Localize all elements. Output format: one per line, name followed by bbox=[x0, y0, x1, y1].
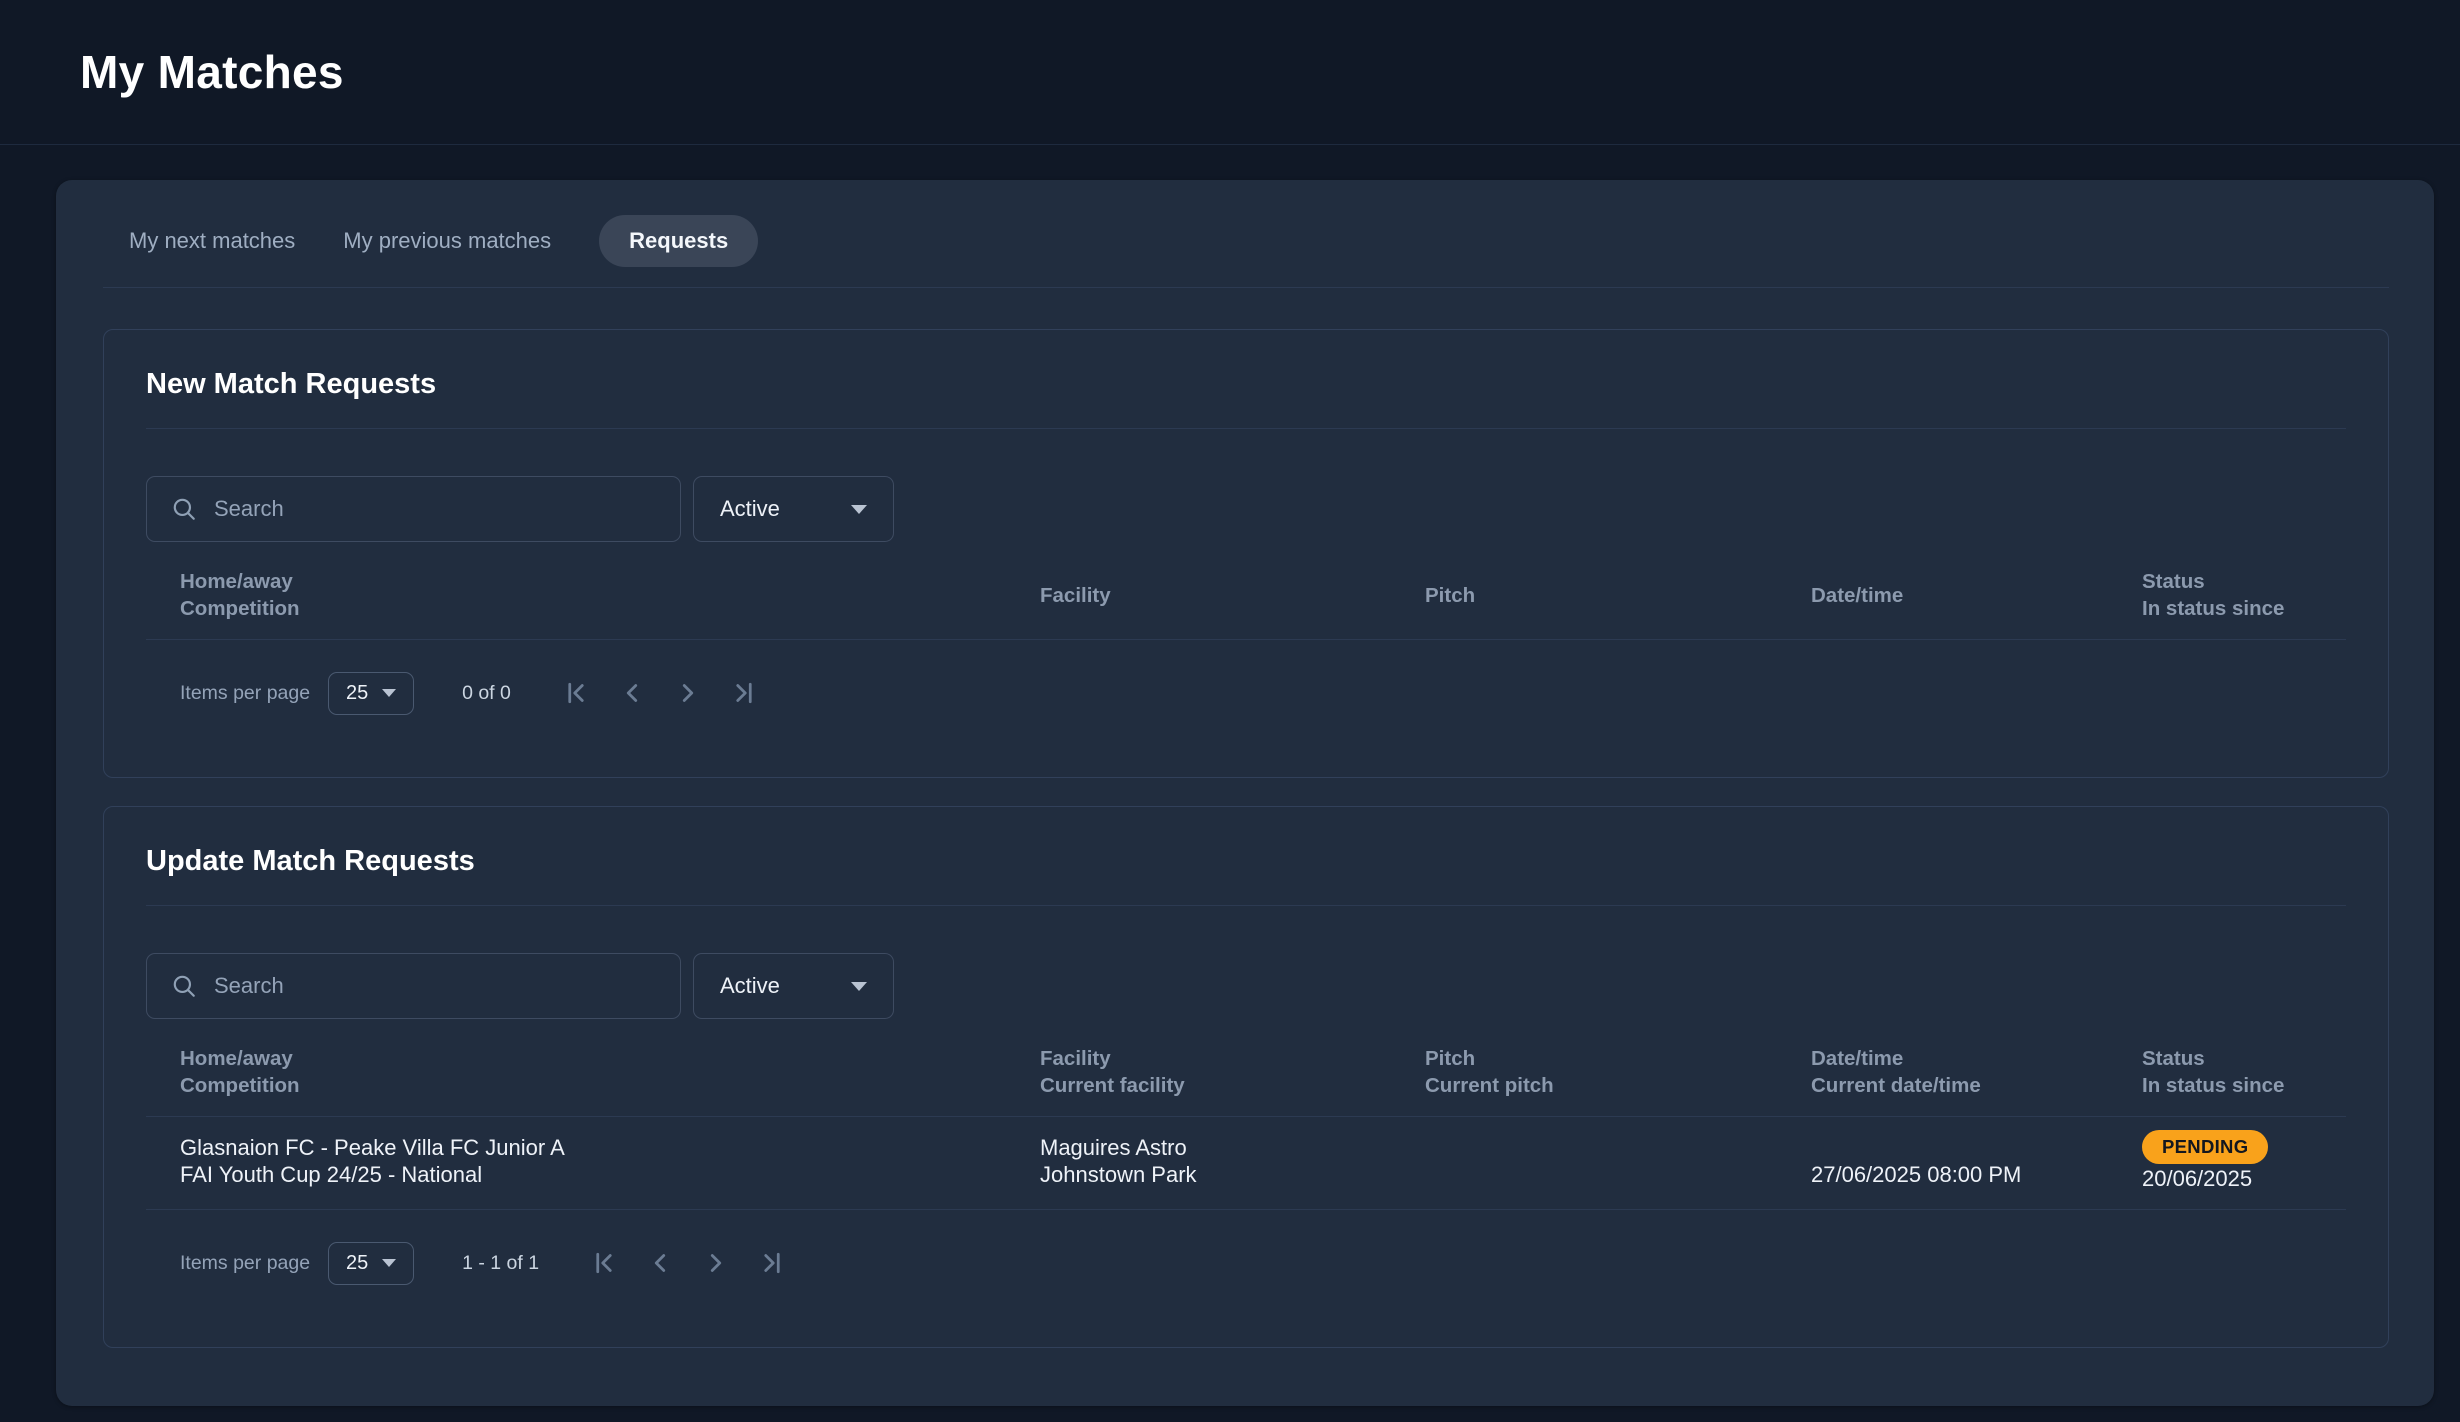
update-requests-status-filter[interactable]: Active bbox=[693, 953, 894, 1019]
column-home-away: Home/away Competition bbox=[180, 568, 1040, 622]
first-page-icon bbox=[561, 678, 591, 708]
last-page-button[interactable] bbox=[751, 1242, 793, 1284]
column-home-away: Home/away Competition bbox=[180, 1045, 1040, 1099]
status-badge: PENDING bbox=[2142, 1130, 2268, 1164]
page-size-value: 25 bbox=[346, 1252, 368, 1275]
chevron-down-icon bbox=[851, 505, 867, 514]
column-status: Status In status since bbox=[2142, 568, 2312, 622]
page-range-label: 0 of 0 bbox=[462, 682, 511, 705]
new-requests-search bbox=[146, 476, 681, 542]
cell-datetime: 27/06/2025 08:00 PM bbox=[1811, 1134, 2142, 1192]
chevron-down-icon bbox=[382, 1259, 396, 1267]
last-page-button[interactable] bbox=[723, 672, 765, 714]
tab-my-previous-matches[interactable]: My previous matches bbox=[343, 215, 551, 267]
first-page-icon bbox=[589, 1248, 619, 1278]
tabs-divider bbox=[103, 287, 2389, 288]
search-icon bbox=[171, 973, 197, 999]
column-facility: Facility Current facility bbox=[1040, 1045, 1425, 1099]
cell-facility: Maguires Astro Johnstown Park bbox=[1040, 1134, 1425, 1192]
divider bbox=[146, 428, 2346, 429]
last-page-icon bbox=[757, 1248, 787, 1278]
new-requests-paginator: Items per page 25 0 of 0 bbox=[146, 640, 2346, 721]
first-page-button[interactable] bbox=[555, 672, 597, 714]
update-requests-table: Home/away Competition Facility Current f… bbox=[146, 1019, 2346, 1210]
tab-bar: My next matches My previous matches Requ… bbox=[56, 180, 2434, 267]
new-requests-search-input[interactable] bbox=[146, 476, 681, 542]
table-header-row: Home/away Competition Facility Pitch Dat… bbox=[146, 542, 2346, 640]
in-status-since-value: 20/06/2025 bbox=[2142, 1165, 2312, 1192]
column-pitch: Pitch Current pitch bbox=[1425, 1045, 1811, 1099]
update-requests-search bbox=[146, 953, 681, 1019]
column-facility: Facility bbox=[1040, 568, 1425, 622]
new-requests-status-filter[interactable]: Active bbox=[693, 476, 894, 542]
page-size-select[interactable]: 25 bbox=[328, 1242, 414, 1285]
cell-home-away: Glasnaion FC - Peake Villa FC Junior A F… bbox=[180, 1134, 1040, 1192]
status-filter-value: Active bbox=[720, 496, 780, 522]
new-requests-filter-row: Active bbox=[146, 476, 2346, 542]
column-status: Status In status since bbox=[2142, 1045, 2312, 1099]
update-match-requests-card: Update Match Requests Active Home/away C… bbox=[103, 806, 2389, 1348]
column-pitch: Pitch bbox=[1425, 568, 1811, 622]
next-page-button[interactable] bbox=[695, 1242, 737, 1284]
next-page-button[interactable] bbox=[667, 672, 709, 714]
table-header-row: Home/away Competition Facility Current f… bbox=[146, 1019, 2346, 1117]
page-range-label: 1 - 1 of 1 bbox=[462, 1252, 539, 1275]
items-per-page-label: Items per page bbox=[180, 682, 310, 705]
chevron-down-icon bbox=[382, 689, 396, 697]
update-requests-search-input[interactable] bbox=[146, 953, 681, 1019]
top-bar: My Matches bbox=[0, 0, 2460, 145]
last-page-icon bbox=[729, 678, 759, 708]
page-title: My Matches bbox=[80, 45, 344, 99]
first-page-button[interactable] bbox=[583, 1242, 625, 1284]
new-match-requests-title: New Match Requests bbox=[146, 368, 2346, 401]
chevron-right-icon bbox=[701, 1248, 731, 1278]
items-per-page-label: Items per page bbox=[180, 1252, 310, 1275]
table-row[interactable]: Glasnaion FC - Peake Villa FC Junior A F… bbox=[146, 1117, 2346, 1210]
previous-page-button[interactable] bbox=[639, 1242, 681, 1284]
cell-pitch bbox=[1425, 1134, 1811, 1192]
chevron-left-icon bbox=[617, 678, 647, 708]
tab-requests[interactable]: Requests bbox=[599, 215, 758, 267]
page-size-value: 25 bbox=[346, 682, 368, 705]
chevron-left-icon bbox=[645, 1248, 675, 1278]
search-icon bbox=[171, 496, 197, 522]
update-requests-filter-row: Active bbox=[146, 953, 2346, 1019]
column-datetime: Date/time Current date/time bbox=[1811, 1045, 2142, 1099]
chevron-right-icon bbox=[673, 678, 703, 708]
new-match-requests-card: New Match Requests Active Home/away Comp… bbox=[103, 329, 2389, 778]
page-size-select[interactable]: 25 bbox=[328, 672, 414, 715]
new-requests-table: Home/away Competition Facility Pitch Dat… bbox=[146, 542, 2346, 640]
cell-status: PENDING 20/06/2025 bbox=[2142, 1134, 2312, 1192]
tab-my-next-matches[interactable]: My next matches bbox=[129, 215, 295, 267]
previous-page-button[interactable] bbox=[611, 672, 653, 714]
chevron-down-icon bbox=[851, 982, 867, 991]
divider bbox=[146, 905, 2346, 906]
update-requests-paginator: Items per page 25 1 - 1 of 1 bbox=[146, 1210, 2346, 1291]
paginator-buttons bbox=[555, 672, 765, 714]
column-datetime: Date/time bbox=[1811, 568, 2142, 622]
paginator-buttons bbox=[583, 1242, 793, 1284]
matches-card: My next matches My previous matches Requ… bbox=[56, 180, 2434, 1406]
update-match-requests-title: Update Match Requests bbox=[146, 845, 2346, 878]
status-filter-value: Active bbox=[720, 973, 780, 999]
